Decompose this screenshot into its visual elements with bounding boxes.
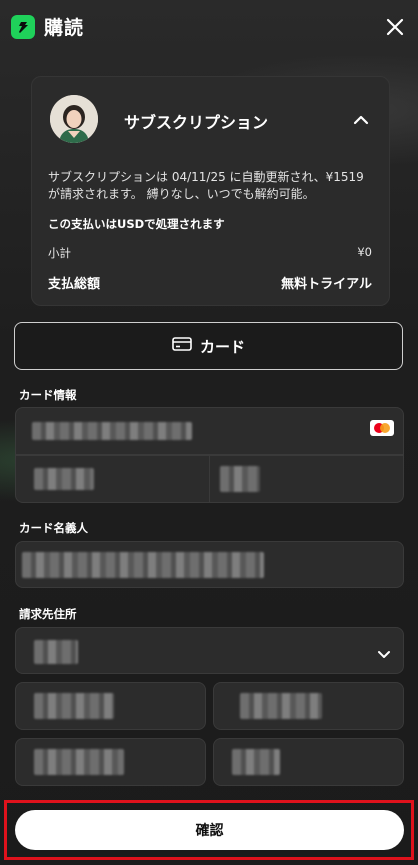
address-line-input[interactable] bbox=[15, 682, 206, 730]
card-number-input[interactable] bbox=[15, 407, 404, 455]
cardholder-label: カード名義人 bbox=[19, 521, 88, 535]
card-method-label: カード bbox=[199, 337, 245, 356]
header: 購読 bbox=[0, 0, 418, 56]
total-label: 支払総額 bbox=[48, 277, 101, 292]
app-logo-icon bbox=[11, 15, 35, 39]
country-select[interactable] bbox=[15, 627, 404, 674]
usd-notice: この支払いはUSDで処理されます bbox=[48, 217, 225, 231]
confirm-button[interactable]: 確認 bbox=[15, 810, 404, 850]
card-expiry-input[interactable] bbox=[15, 455, 210, 503]
postal-code-input[interactable] bbox=[213, 738, 404, 786]
close-icon[interactable] bbox=[382, 14, 408, 40]
card-info-label: カード情報 bbox=[19, 388, 77, 402]
chevron-up-icon[interactable] bbox=[353, 111, 369, 130]
card-payment-method-button[interactable]: カード bbox=[14, 322, 403, 370]
address-line-2-input[interactable] bbox=[213, 682, 404, 730]
card-cvc-input[interactable] bbox=[209, 455, 404, 503]
subscription-title: サブスクリプション bbox=[124, 113, 269, 132]
billing-address-label: 請求先住所 bbox=[19, 607, 77, 621]
page-title: 購読 bbox=[44, 17, 85, 39]
total-value: 無料トライアル bbox=[281, 277, 372, 292]
credit-card-icon bbox=[172, 337, 192, 355]
avatar bbox=[50, 95, 98, 143]
city-input[interactable] bbox=[15, 738, 206, 786]
chevron-down-icon bbox=[377, 645, 391, 664]
total-row: 支払総額 無料トライアル bbox=[48, 273, 372, 292]
cardholder-name-input[interactable] bbox=[15, 541, 404, 588]
subscription-summary-card: サブスクリプション サブスクリプションは 04/11/25 に自動更新され、¥1… bbox=[31, 76, 390, 306]
subtotal-label: 小計 bbox=[48, 246, 71, 260]
subscription-description: サブスクリプションは 04/11/25 に自動更新され、¥1519 が請求されま… bbox=[48, 170, 364, 201]
subtotal-value: ¥0 bbox=[357, 245, 372, 259]
mastercard-icon bbox=[370, 420, 394, 436]
subtotal-row: 小計 ¥0 bbox=[48, 245, 372, 261]
